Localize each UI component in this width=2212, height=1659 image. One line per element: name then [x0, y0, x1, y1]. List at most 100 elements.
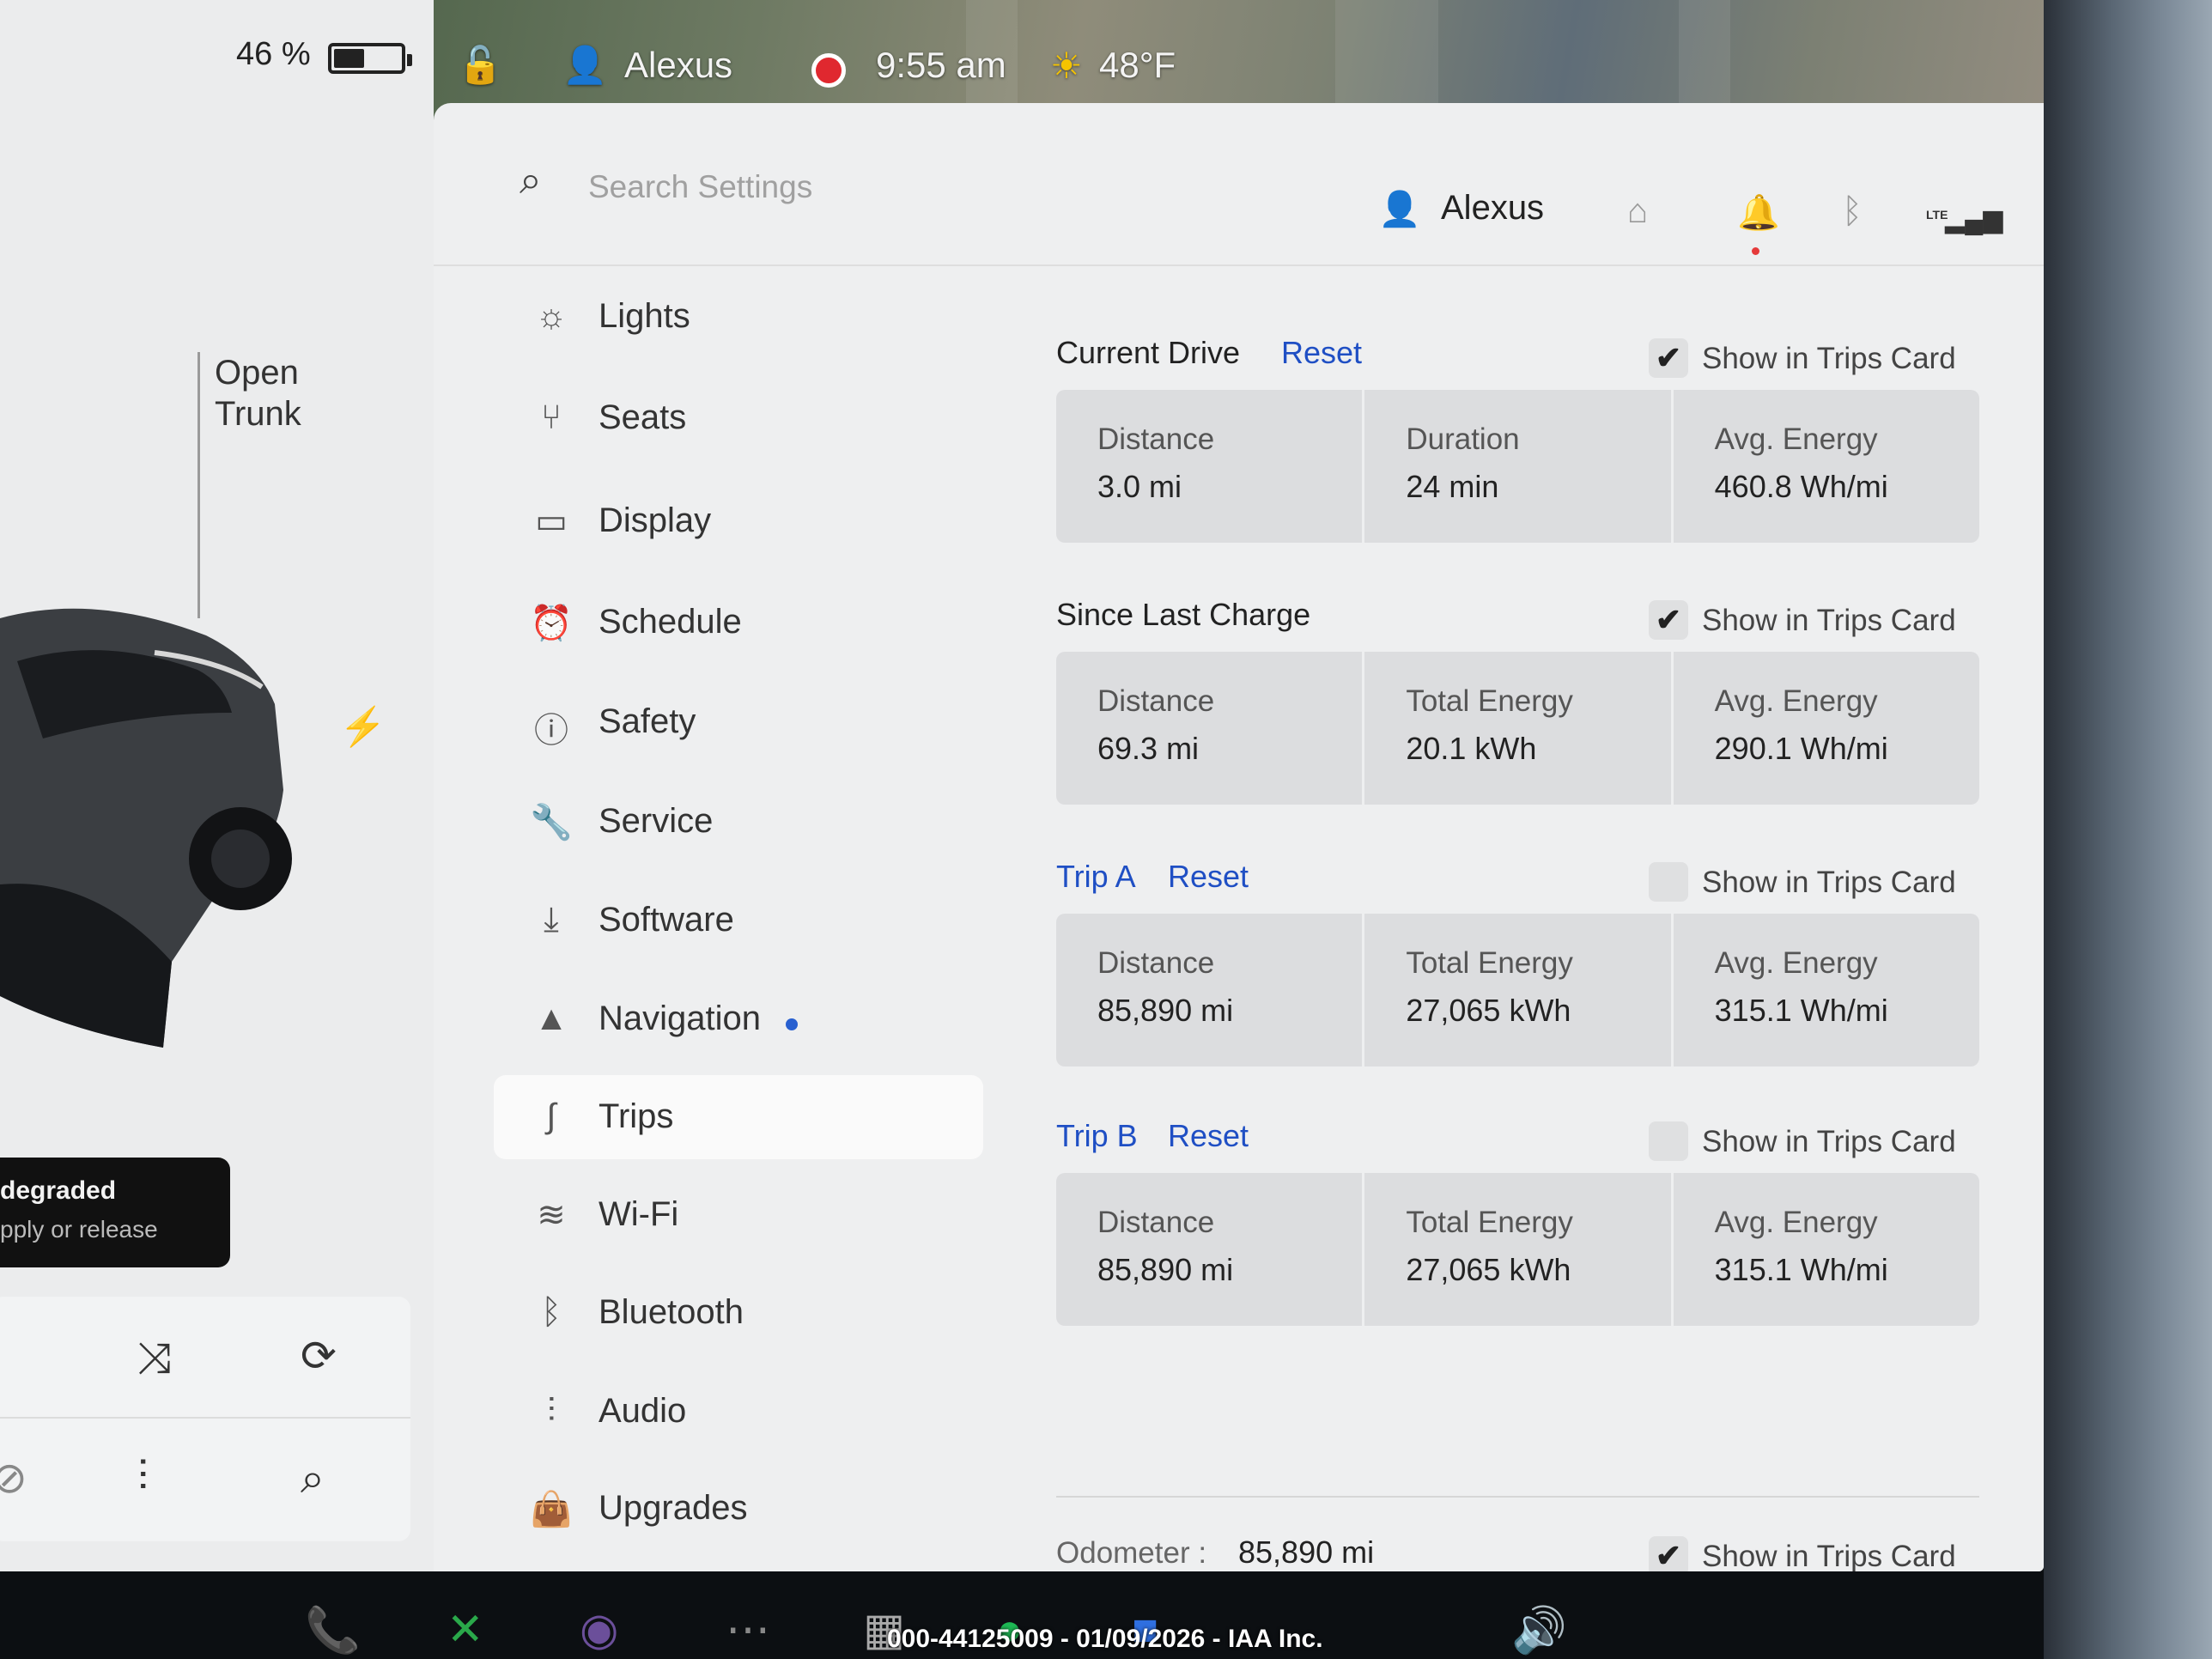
profile-icon[interactable]: 👤	[1378, 189, 1421, 229]
trip-b-stats: Distance 85,890 mi Total Energy 27,065 kWh…	[1056, 1173, 1979, 1326]
menu-item-label: Trips	[599, 1097, 674, 1135]
stat-value: 27,065 kWh	[1406, 1252, 1571, 1287]
odometer-value: 85,890 mi	[1238, 1534, 1375, 1570]
odometer-show-checkbox[interactable]: ✔ Show in Trips Card	[1649, 1536, 1992, 1571]
checkbox-label: Show in Trips Card	[1702, 342, 1956, 375]
equalizer-icon: ⫶	[547, 1392, 556, 1430]
signal-strength-icon: ▂▄▆	[1945, 205, 2003, 234]
trunk-indicator-line	[198, 352, 200, 618]
settings-panel: ⌕ 👤 Alexus ⌂ 🔔 ᛒ LTE ▂▄▆ ☼ Lights ⑂ Seats ▭ D…	[434, 103, 2044, 1571]
search-icon[interactable]: ⌕	[301, 1453, 325, 1504]
menu-item-schedule[interactable]: ⏰ Schedule	[494, 580, 983, 665]
menu-item-label: Navigation	[599, 1000, 762, 1037]
battery-icon	[328, 43, 412, 74]
open-trunk-button[interactable]: Open Trunk	[215, 352, 301, 434]
trip-b-show-checkbox[interactable]: Show in Trips Card	[1649, 1121, 1992, 1164]
stat-label: Distance	[1097, 946, 1215, 980]
trip-b-reset-button[interactable]: Reset	[1168, 1118, 1249, 1154]
shuffle-icon[interactable]: ⤨	[137, 1333, 172, 1383]
stat-label: Avg. Energy	[1714, 1206, 1878, 1239]
navigation-arrow-icon: ▲	[534, 1000, 568, 1037]
menu-item-display[interactable]: ▭ Display	[494, 479, 983, 563]
stat-value: 85,890 mi	[1097, 993, 1234, 1028]
alert-toast[interactable]: degraded pply or release	[0, 1158, 230, 1267]
lock-icon[interactable]: 🔓	[458, 45, 502, 87]
stat-value: 20.1 kWh	[1406, 731, 1537, 766]
notification-bell-icon[interactable]: 🔔	[1737, 192, 1780, 233]
checkbox-box[interactable]	[1649, 1121, 1688, 1161]
menu-item-safety[interactable]: ⓘ Safety	[494, 680, 983, 764]
driver-name[interactable]: Alexus	[624, 45, 732, 86]
menu-item-lights[interactable]: ☼ Lights	[494, 275, 983, 359]
menu-item-navigation[interactable]: ▲ Navigation	[494, 977, 983, 1061]
checkbox-label: Show in Trips Card	[1702, 1540, 1956, 1571]
stat-value: 27,065 kWh	[1406, 993, 1571, 1028]
notification-dot	[1752, 247, 1759, 255]
stat-value: 24 min	[1406, 469, 1499, 504]
trip-a-show-checkbox[interactable]: Show in Trips Card	[1649, 862, 1992, 905]
search-settings-input[interactable]	[588, 161, 1103, 213]
phone-icon[interactable]: 📞	[305, 1604, 361, 1656]
menu-item-software[interactable]: ⤓ Software	[494, 878, 983, 963]
checkbox-box[interactable]: ✔	[1649, 1536, 1688, 1571]
stat-label: Avg. Energy	[1714, 946, 1878, 980]
menu-item-label: Schedule	[599, 603, 742, 641]
menu-item-label: Safety	[599, 702, 696, 740]
checkbox-box[interactable]	[1649, 862, 1688, 902]
current-drive-show-checkbox[interactable]: ✔ Show in Trips Card	[1649, 338, 1992, 381]
menu-item-audio[interactable]: ⫶ Audio	[494, 1370, 983, 1454]
bluetooth-icon[interactable]: ᛒ	[1842, 192, 1863, 231]
repeat-icon[interactable]: ⟳	[301, 1331, 337, 1381]
checkbox-box[interactable]: ✔	[1649, 338, 1688, 378]
menu-item-trips[interactable]: ∫ Trips	[494, 1075, 983, 1159]
stat-label: Avg. Energy	[1714, 422, 1878, 456]
stat-value: 315.1 Wh/mi	[1714, 1252, 1888, 1287]
display-icon: ▭	[535, 502, 568, 540]
menu-item-upgrades[interactable]: 👜 Upgrades	[494, 1467, 983, 1551]
menu-item-label: Service	[599, 802, 714, 840]
checkbox-label: Show in Trips Card	[1702, 1125, 1956, 1158]
camera-icon[interactable]: ◉	[580, 1604, 618, 1656]
since-last-charge-show-checkbox[interactable]: ✔ Show in Trips Card	[1649, 600, 1992, 643]
menu-item-service[interactable]: 🔧 Service	[494, 780, 983, 864]
checkbox-label: Show in Trips Card	[1702, 866, 1956, 899]
trip-a-title: Trip A	[1056, 859, 1136, 894]
menu-item-wi-fi[interactable]: ≋ Wi-Fi	[494, 1173, 983, 1257]
block-icon[interactable]: ⊘	[0, 1453, 27, 1503]
profile-name[interactable]: Alexus	[1441, 189, 1544, 228]
current-drive-reset-button[interactable]: Reset	[1281, 335, 1362, 371]
stat-label: Avg. Energy	[1714, 684, 1878, 718]
alert-title: degraded	[0, 1176, 117, 1205]
games-icon[interactable]: ✕	[447, 1604, 484, 1656]
menu-item-label: Software	[599, 901, 734, 939]
search-icon[interactable]: ⌕	[520, 156, 542, 204]
current-drive-stats: Distance 3.0 mi Duration 24 min Avg. Energ…	[1056, 390, 1979, 543]
menu-item-label: Upgrades	[599, 1489, 748, 1527]
odometer-label: Odometer :	[1056, 1536, 1207, 1570]
volume-icon[interactable]: 🔊	[1511, 1604, 1567, 1656]
homelink-icon[interactable]: ⌂	[1627, 192, 1648, 231]
screen-bezel	[2044, 0, 2212, 1659]
stat-label: Total Energy	[1406, 946, 1573, 980]
equalizer-icon[interactable]: ⫶	[137, 1451, 149, 1502]
checkbox-box[interactable]: ✔	[1649, 600, 1688, 640]
menu-item-label: Audio	[599, 1392, 687, 1430]
stat-value: 85,890 mi	[1097, 1252, 1234, 1287]
wifi-icon: ≋	[537, 1196, 566, 1234]
car-status-bar: 46 %	[0, 0, 434, 112]
stat-value: 3.0 mi	[1097, 469, 1182, 504]
outside-temperature: 48°F	[1099, 45, 1176, 85]
stat-label: Duration	[1406, 422, 1520, 456]
menu-item-bluetooth[interactable]: ᛒ Bluetooth	[494, 1271, 983, 1355]
alert-circle-icon: ⓘ	[534, 712, 568, 750]
recording-icon[interactable]	[811, 53, 846, 88]
stat-label: Distance	[1097, 422, 1215, 456]
seat-icon: ⑂	[541, 398, 562, 436]
more-apps-icon[interactable]: ⋯	[726, 1604, 770, 1656]
charging-bolt-icon: ⚡	[339, 706, 386, 748]
trip-a-reset-button[interactable]: Reset	[1168, 859, 1249, 895]
navigation-update-dot	[786, 1018, 798, 1030]
menu-item-seats[interactable]: ⑂ Seats	[494, 376, 983, 460]
stat-value: 315.1 Wh/mi	[1714, 993, 1888, 1028]
light-icon: ☼	[535, 297, 568, 335]
